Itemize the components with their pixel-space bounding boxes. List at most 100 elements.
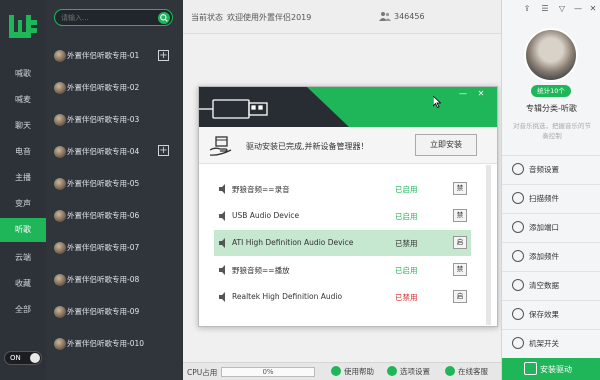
add-port-item[interactable]: 添加端口	[502, 213, 600, 239]
device-name: Realtek High Definition Audio	[232, 292, 343, 301]
menu-icon[interactable]: ☰	[540, 4, 550, 14]
nav-item-9[interactable]: 全部	[0, 298, 46, 322]
nav-item-1[interactable]: 喊麦	[0, 88, 46, 112]
avatar	[54, 210, 66, 222]
speaker-icon	[219, 211, 225, 221]
right-panel: ⇪ ☰ ▽ — ✕ 统计10个 专辑分类-听歌 对音乐挑选，把握音乐的节奏控制 …	[501, 0, 600, 380]
nav-item-0[interactable]: 喊歌	[0, 62, 46, 86]
scan-icon	[512, 192, 524, 204]
driver-dialog: — ✕ 驱动安装已完成,并新设备管理器！ 立即安装 野狼音频==录音 已启用禁 US…	[198, 86, 498, 327]
device-row[interactable]: 野狼音频==播放 已启用 禁	[214, 257, 471, 283]
device-row[interactable]: Realtek High Definition Audio 已禁用 启	[214, 284, 471, 310]
minimize-icon[interactable]: —	[457, 89, 469, 99]
menu-label: 添加频件	[529, 252, 559, 261]
channel-item[interactable]: 外置伴侣听歌专用-09	[54, 304, 182, 320]
add-channel-button[interactable]: +	[158, 50, 169, 61]
album-avatar	[524, 28, 578, 82]
channel-label: 外置伴侣听歌专用-02	[67, 83, 140, 92]
add-plugin-item[interactable]: 添加频件	[502, 242, 600, 268]
device-toggle-button[interactable]: 禁	[453, 263, 467, 276]
device-status: 已启用	[395, 212, 418, 221]
shirt-icon[interactable]: ▽	[557, 4, 567, 14]
add-port-icon	[512, 221, 524, 233]
settings-label: 选项设置	[400, 367, 430, 376]
scan-plugins-item[interactable]: 扫描频件	[502, 184, 600, 210]
save-icon	[512, 308, 524, 320]
support-label: 在线客服	[458, 367, 488, 376]
audio-settings-item[interactable]: 音频设置	[502, 155, 600, 181]
device-toggle-button[interactable]: 禁	[453, 209, 467, 222]
save-effect-item[interactable]: 保存效果	[502, 300, 600, 326]
nav-item-4[interactable]: 主播	[0, 166, 46, 190]
mouse-cursor-icon	[433, 96, 441, 108]
support-link[interactable]: 在线客服	[445, 366, 488, 378]
channel-label: 外置伴侣听歌专用-03	[67, 115, 140, 124]
nav-item-2[interactable]: 聊天	[0, 114, 46, 138]
count-badge: 统计10个	[531, 85, 571, 97]
device-toggle-button[interactable]: 禁	[453, 182, 467, 195]
settings-link[interactable]: 选项设置	[387, 366, 430, 378]
audio-settings-icon	[512, 163, 524, 175]
rack-switch-item[interactable]: 机架开关	[502, 329, 600, 355]
power-icon	[512, 337, 524, 349]
avatar	[54, 146, 66, 158]
support-icon	[445, 366, 455, 376]
device-status: 已启用	[395, 185, 418, 194]
nav-item-3[interactable]: 电音	[0, 140, 46, 164]
device-row[interactable]: USB Audio Device 已启用 禁	[214, 203, 471, 229]
hand-box-icon	[209, 136, 232, 156]
minimize-window-icon[interactable]: —	[573, 4, 583, 14]
clear-data-item[interactable]: 清空数据	[502, 271, 600, 297]
avatar	[54, 82, 66, 94]
search-input[interactable]	[61, 12, 151, 24]
dialog-message: 驱动安装已完成,并新设备管理器！	[246, 142, 369, 151]
channel-item[interactable]: 外置伴侣听歌专用-03	[54, 112, 182, 128]
install-driver-button[interactable]: 安装驱动	[502, 358, 600, 380]
nav-item-8[interactable]: 收藏	[0, 272, 46, 296]
dialog-header	[199, 87, 497, 127]
speaker-icon	[219, 292, 225, 302]
device-toggle-button[interactable]: 启	[453, 236, 467, 249]
app-logo	[6, 10, 40, 44]
search-box[interactable]	[54, 9, 173, 26]
channel-label: 外置伴侣听歌专用-01	[67, 51, 140, 60]
device-name: 野狼音频==播放	[232, 266, 290, 275]
install-driver-label: 安装驱动	[540, 365, 572, 374]
avatar	[54, 306, 66, 318]
album-subtitle: 对音乐挑选，把握音乐的节奏控制	[513, 122, 591, 140]
clear-data-icon	[512, 279, 524, 291]
share-icon[interactable]: ⇪	[522, 4, 532, 14]
menu-label: 音频设置	[529, 165, 559, 174]
channel-label: 外置伴侣听歌专用-09	[67, 307, 140, 316]
nav-item-7[interactable]: 云端	[0, 246, 46, 270]
help-icon	[331, 366, 341, 376]
channel-item[interactable]: 外置伴侣听歌专用-02	[54, 80, 182, 96]
close-icon[interactable]: ✕	[475, 89, 487, 99]
search-icon[interactable]	[158, 12, 170, 24]
install-now-button[interactable]: 立即安装	[415, 134, 477, 156]
status-bar: 当前状态 欢迎使用外置伴侣2019 346456	[183, 0, 501, 34]
channel-item[interactable]: 外置伴侣听歌专用-08	[54, 272, 182, 288]
toggle-knob	[30, 353, 40, 363]
device-list-scrollbar[interactable]	[486, 165, 491, 325]
device-row[interactable]: 野狼音频==录音 已启用 禁	[214, 176, 471, 202]
left-nav: 喊歌 喊麦 聊天 电音 主播 变声 听歌 云端 收藏 全部 ON	[0, 0, 46, 380]
channel-item[interactable]: 外置伴侣听歌专用-06	[54, 208, 182, 224]
menu-label: 清空数据	[529, 281, 559, 290]
nav-item-5[interactable]: 变声	[0, 192, 46, 216]
power-toggle[interactable]: ON	[4, 351, 42, 365]
channel-item[interactable]: 外置伴侣听歌专用-05	[54, 176, 182, 192]
driver-icon	[524, 362, 537, 375]
help-link[interactable]: 使用帮助	[331, 366, 374, 378]
help-label: 使用帮助	[344, 367, 374, 376]
status-label: 当前状态	[191, 13, 223, 22]
device-toggle-button[interactable]: 启	[453, 290, 467, 303]
channel-item[interactable]: 外置伴侣听歌专用-010	[54, 336, 182, 352]
close-window-icon[interactable]: ✕	[588, 4, 598, 14]
avatar	[54, 50, 66, 62]
add-channel-button[interactable]: +	[158, 145, 169, 156]
device-status: 已禁用	[395, 293, 418, 302]
device-row[interactable]: ATI High Definition Audio Device 已禁用 启	[214, 230, 471, 256]
channel-item[interactable]: 外置伴侣听歌专用-07	[54, 240, 182, 256]
nav-item-6-active[interactable]: 听歌	[0, 218, 46, 242]
